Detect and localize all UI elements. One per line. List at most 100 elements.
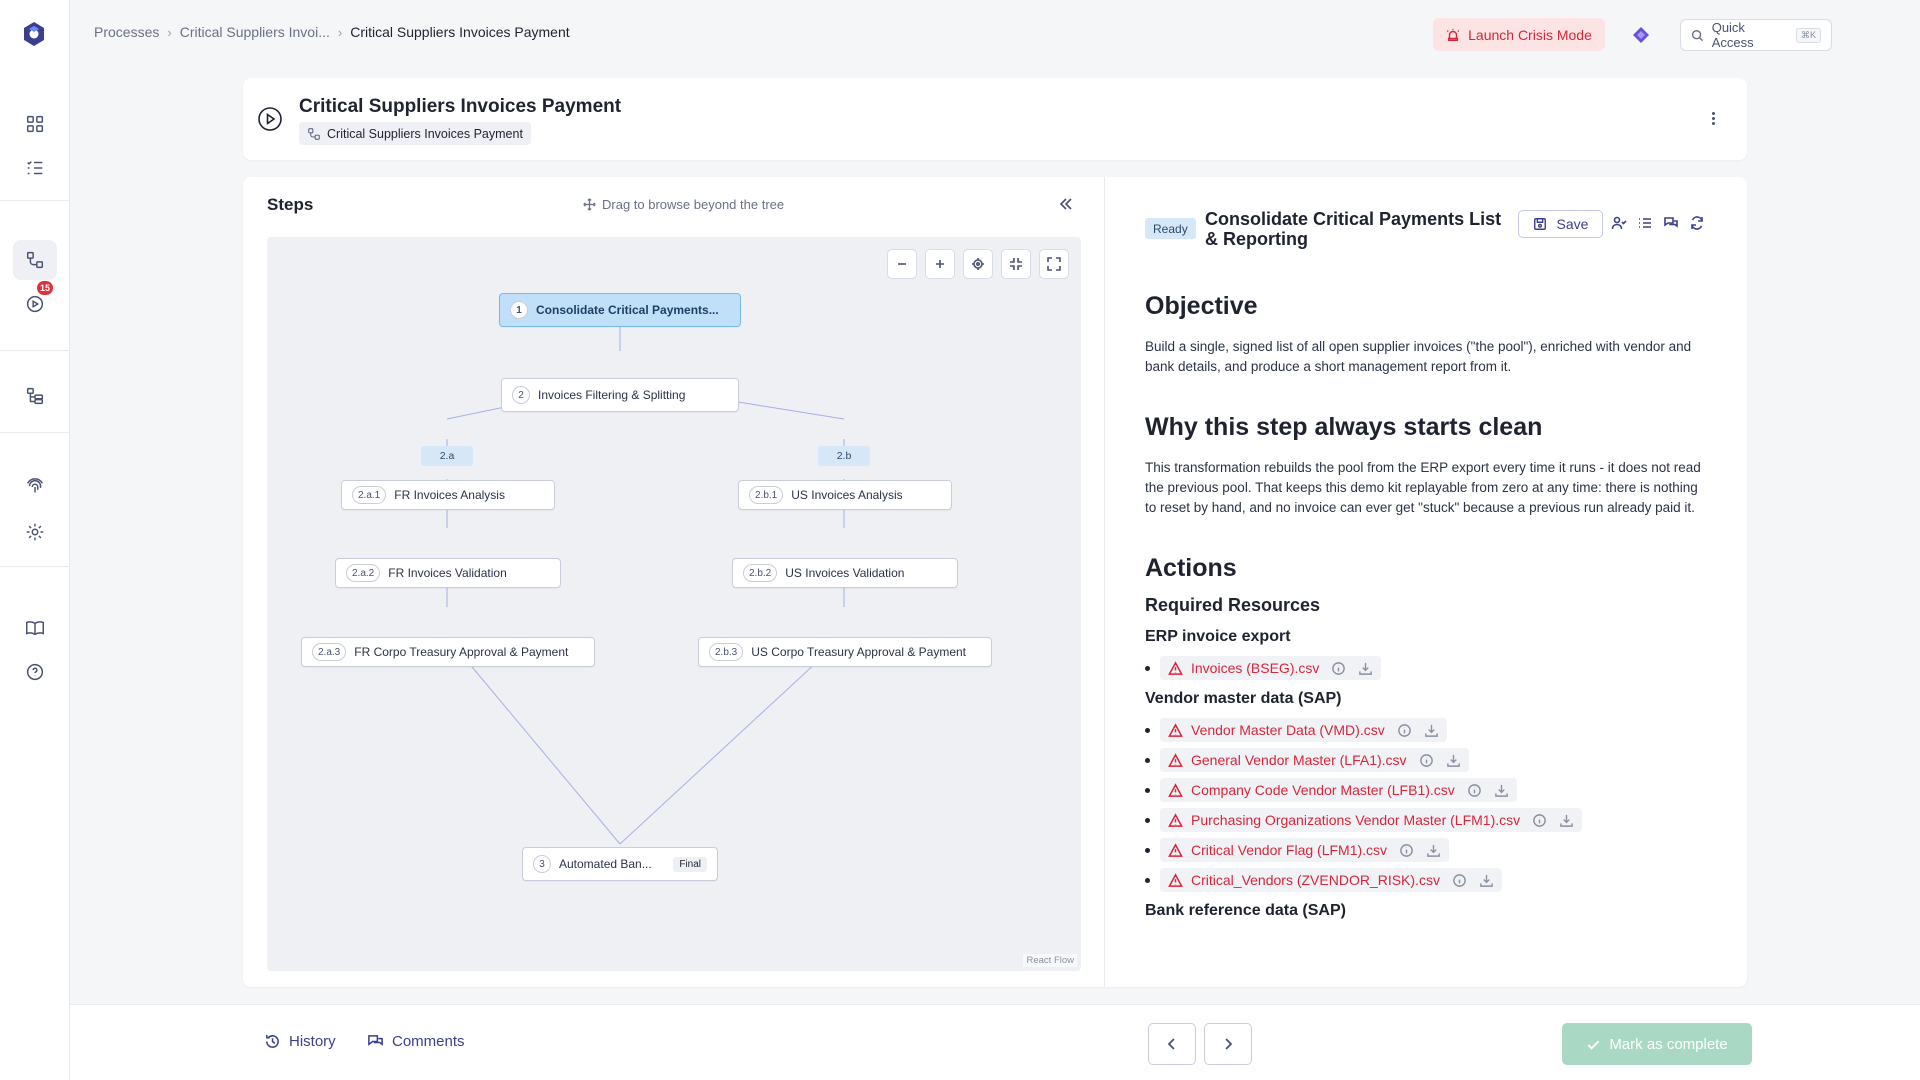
assignees-icon[interactable] [1611, 215, 1629, 233]
branch-label-2b: 2.b [818, 446, 870, 466]
tasks-list-icon[interactable] [13, 148, 57, 188]
warning-icon [1168, 782, 1183, 797]
process-chip[interactable]: Critical Suppliers Invoices Payment [299, 122, 531, 145]
resource-item: Critical Vendor Flag (LFM1).csv [1145, 838, 1710, 862]
info-icon[interactable] [1467, 783, 1482, 798]
download-icon[interactable] [1494, 783, 1509, 798]
resource-file-chip[interactable]: Purchasing Organizations Vendor Master (… [1160, 808, 1583, 832]
resource-item: Invoices (BSEG).csv [1145, 656, 1710, 680]
processes-icon[interactable] [13, 240, 57, 280]
zoom-out-icon[interactable] [887, 249, 917, 279]
ai-assistant-icon[interactable] [1630, 24, 1652, 46]
step-node-label: Automated Ban... [559, 857, 652, 871]
info-icon[interactable] [1399, 843, 1414, 858]
mark-as-complete-button[interactable]: Mark as complete [1562, 1023, 1752, 1065]
help-icon[interactable] [13, 652, 57, 692]
history-button[interactable]: History [264, 1033, 336, 1050]
steps-flow-canvas[interactable]: 2.a 2.b 1 Consolidate Critical Payments.… [267, 237, 1081, 971]
collapse-panel-icon[interactable] [1057, 195, 1077, 215]
warning-icon [1168, 872, 1183, 887]
bottom-bar: History Comments Mark as complete [70, 1004, 1920, 1080]
step-node-label: FR Corpo Treasury Approval & Payment [354, 645, 569, 659]
comments-label: Comments [392, 1033, 465, 1050]
download-icon[interactable] [1424, 723, 1439, 738]
play-circle-icon[interactable] [257, 106, 283, 132]
step-node-1[interactable]: 1 Consolidate Critical Payments... [499, 293, 741, 327]
step-node-2a3[interactable]: 2.a.3 FR Corpo Treasury Approval & Payme… [301, 637, 595, 667]
download-icon[interactable] [1446, 753, 1461, 768]
checklist-icon[interactable] [1637, 215, 1655, 233]
resource-file-name: Company Code Vendor Master (LFB1).csv [1191, 782, 1455, 798]
chat-bubbles-icon[interactable] [1663, 215, 1681, 233]
dashboard-icon[interactable] [13, 104, 57, 144]
warning-icon [1168, 812, 1183, 827]
info-icon[interactable] [1532, 813, 1547, 828]
react-flow-attribution[interactable]: React Flow [1023, 954, 1077, 967]
download-icon[interactable] [1559, 813, 1574, 828]
final-tag: Final [673, 856, 707, 872]
branch-label-2a: 2.a [421, 446, 473, 466]
step-node-2[interactable]: 2 Invoices Filtering & Splitting [501, 378, 739, 412]
resource-group-title: Vendor master data (SAP) [1145, 690, 1342, 707]
hierarchy-icon[interactable] [13, 376, 57, 416]
info-icon[interactable] [1452, 873, 1467, 888]
why-text: This transformation rebuilds the pool fr… [1145, 460, 1701, 515]
step-content: Objective Build a single, signed list of… [1145, 292, 1710, 930]
download-icon[interactable] [1358, 661, 1373, 676]
step-node-2b3[interactable]: 2.b.3 US Corpo Treasury Approval & Payme… [698, 637, 992, 667]
resource-file-chip[interactable]: General Vendor Master (LFA1).csv [1160, 748, 1469, 772]
required-resources-heading: Required Resources [1145, 595, 1321, 615]
recenter-target-icon[interactable] [963, 249, 993, 279]
step-node-2b2[interactable]: 2.b.2 US Invoices Validation [732, 558, 958, 588]
more-options-icon[interactable] [1703, 108, 1723, 128]
step-node-3[interactable]: 3 Automated Ban... Final [522, 847, 718, 881]
warning-icon [1168, 842, 1183, 857]
zoom-in-icon[interactable] [925, 249, 955, 279]
next-step-button[interactable] [1204, 1023, 1252, 1065]
resource-file-chip[interactable]: Company Code Vendor Master (LFB1).csv [1160, 778, 1517, 802]
resource-file-chip[interactable]: Invoices (BSEG).csv [1160, 656, 1382, 680]
resource-list: Invoices (BSEG).csv [1145, 656, 1710, 680]
resource-file-name: Invoices (BSEG).csv [1191, 660, 1320, 676]
resource-list: Vendor Master Data (VMD).csv General Vend… [1145, 718, 1710, 892]
step-node-2a1[interactable]: 2.a.1 FR Invoices Analysis [341, 480, 555, 510]
process-flow-icon [308, 127, 320, 140]
step-number: 2.a.2 [346, 564, 381, 582]
status-badge: Ready [1145, 218, 1196, 239]
quick-access-search[interactable]: Quick Access ⌘K [1680, 19, 1832, 51]
runs-icon[interactable]: 15 [13, 281, 57, 324]
resource-file-chip[interactable]: Critical_Vendors (ZVENDOR_RISK).csv [1160, 868, 1502, 892]
refresh-icon[interactable] [1689, 215, 1707, 233]
settings-gear-icon[interactable] [13, 512, 57, 552]
fullscreen-icon[interactable] [1039, 249, 1069, 279]
step-number: 2 [512, 386, 530, 404]
step-node-2b1[interactable]: 2.b.1 US Invoices Analysis [738, 480, 952, 510]
resource-file-chip[interactable]: Critical Vendor Flag (LFM1).csv [1160, 838, 1450, 862]
save-label: Save [1556, 216, 1589, 232]
breadcrumb-parent-process[interactable]: Critical Suppliers Invoi... [180, 24, 330, 40]
previous-step-button[interactable] [1148, 1023, 1196, 1065]
download-icon[interactable] [1479, 873, 1494, 888]
actions-heading: Actions [1145, 554, 1237, 582]
save-button[interactable]: Save [1518, 210, 1603, 238]
app-logo-icon[interactable] [21, 21, 47, 47]
download-icon[interactable] [1426, 843, 1441, 858]
step-node-label: Invoices Filtering & Splitting [538, 388, 686, 402]
warning-icon [1168, 752, 1183, 767]
resource-item: Vendor Master Data (VMD).csv [1145, 718, 1710, 742]
info-icon[interactable] [1397, 723, 1412, 738]
objective-heading: Objective [1145, 292, 1258, 320]
step-node-label: Consolidate Critical Payments... [536, 303, 719, 317]
book-icon[interactable] [13, 608, 57, 648]
launch-crisis-mode-button[interactable]: Launch Crisis Mode [1433, 18, 1605, 51]
step-node-2a2[interactable]: 2.a.2 FR Invoices Validation [335, 558, 561, 588]
comments-button[interactable]: Comments [367, 1033, 465, 1050]
fingerprint-icon[interactable] [13, 467, 57, 507]
resource-file-chip[interactable]: Vendor Master Data (VMD).csv [1160, 718, 1447, 742]
breadcrumb-processes[interactable]: Processes [94, 24, 159, 40]
info-icon[interactable] [1419, 753, 1434, 768]
info-icon[interactable] [1331, 661, 1346, 676]
fit-view-icon[interactable] [1001, 249, 1031, 279]
move-icon [583, 198, 596, 211]
top-bar: Processes › Critical Suppliers Invoi... … [70, 0, 1920, 68]
